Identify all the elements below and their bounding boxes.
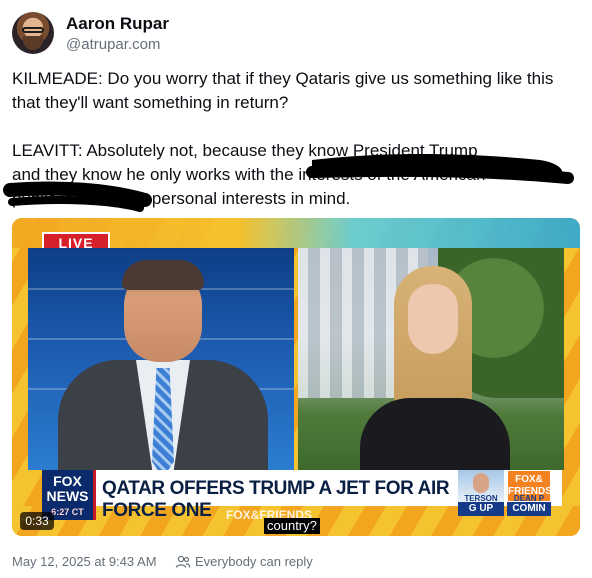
fox-news-logo-line2: NEWS bbox=[46, 488, 89, 504]
video-player[interactable]: LIVE FOX NEWS 6:27 CT QATAR OFFERS TRUMP… bbox=[12, 218, 580, 536]
people-icon bbox=[175, 555, 191, 569]
post-line-leavitt-1: LEAVITT: Absolutely not, because they kn… bbox=[12, 141, 478, 160]
video-panel-guest bbox=[298, 248, 564, 470]
avatar-glasses bbox=[22, 27, 44, 33]
promo-label-right: COMIN bbox=[507, 502, 551, 516]
promo-face bbox=[473, 473, 489, 493]
host-hair bbox=[122, 260, 204, 290]
post-line-leavitt-3: public in mind, his personal interests i… bbox=[12, 187, 580, 211]
avatar[interactable] bbox=[12, 12, 54, 54]
avatar-beard bbox=[23, 36, 43, 50]
author-display-name[interactable]: Aaron Rupar bbox=[66, 14, 169, 34]
guest-face bbox=[408, 284, 458, 354]
post-date[interactable]: May 12, 2025 at 9:43 AM bbox=[12, 554, 157, 569]
post-paragraph-kilmeade: KILMEADE: Do you worry that if they Qata… bbox=[12, 69, 554, 112]
guest-body bbox=[360, 398, 510, 470]
reply-setting-label: Everybody can reply bbox=[195, 554, 313, 569]
post-line-leavitt-2: and they know he only works with the int… bbox=[12, 165, 486, 184]
video-panel-host bbox=[28, 248, 294, 470]
fox-friends-logo-line1: FOX& bbox=[515, 474, 543, 485]
post-text: KILMEADE: Do you worry that if they Qata… bbox=[12, 67, 580, 211]
promo-label-left: G UP bbox=[458, 502, 504, 516]
author-handle[interactable]: @atrupar.com bbox=[66, 36, 160, 53]
post-card: Aaron Rupar @atrupar.com KILMEADE: Do yo… bbox=[0, 0, 592, 578]
reply-setting[interactable]: Everybody can reply bbox=[175, 554, 313, 569]
visible-text: his personal interests in mind. bbox=[120, 189, 351, 208]
fox-news-logo-line1: FOX bbox=[53, 473, 82, 489]
video-timestamp: 0:33 bbox=[20, 512, 54, 530]
video-caption: country? bbox=[264, 518, 320, 534]
redacted-text: public in mind, bbox=[12, 189, 121, 208]
